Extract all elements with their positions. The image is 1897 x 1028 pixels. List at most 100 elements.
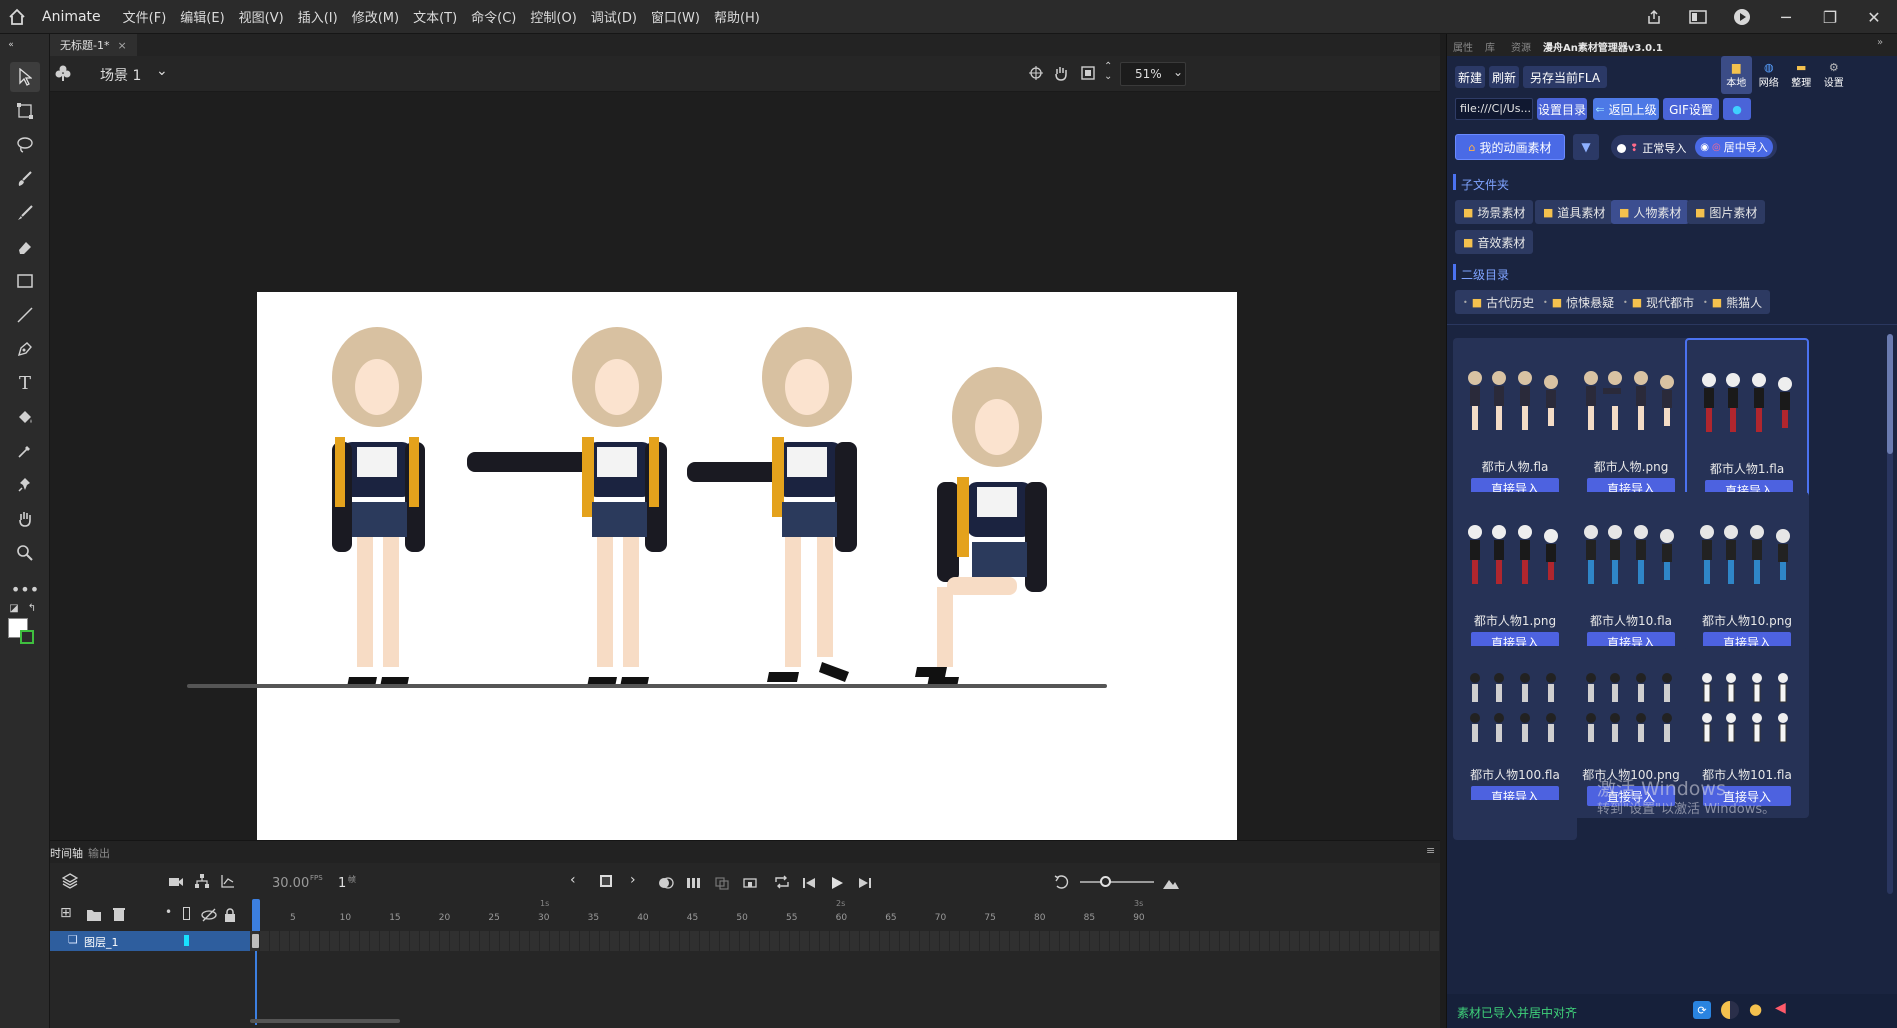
path-field[interactable]: file:///C|/Us... (1455, 98, 1533, 120)
tab-assets[interactable]: 资源 (1511, 39, 1531, 54)
minimize-icon[interactable]: ─ (1775, 6, 1797, 28)
eyedropper-tool-icon[interactable] (10, 436, 40, 466)
menu-control[interactable]: 控制(O) (530, 7, 576, 26)
restore-icon[interactable]: ❐ (1819, 6, 1841, 28)
new-button[interactable]: 新建 (1455, 66, 1485, 88)
second-dir-history[interactable]: • ■ 古代历史 (1455, 290, 1543, 314)
close-tab-icon[interactable]: × (117, 39, 126, 52)
share-icon[interactable] (1643, 6, 1665, 28)
menu-insert[interactable]: 插入(I) (298, 7, 338, 26)
delete-layer-icon[interactable] (112, 906, 126, 926)
camera-icon[interactable] (168, 874, 184, 893)
asset-card[interactable]: 都市人物.png 直接导入 (1569, 338, 1693, 510)
rotate-stage-icon[interactable] (1052, 64, 1070, 86)
workspace-icon[interactable] (1687, 6, 1709, 28)
second-dir-thriller[interactable]: • ■ 惊悚悬疑 (1535, 290, 1623, 314)
brush-tool-icon[interactable] (10, 198, 40, 228)
asset-card-selected[interactable]: 都市人物1.fla 直接导入 (1685, 338, 1809, 510)
zoom-select[interactable]: 51% ⌄ (1120, 62, 1186, 86)
asset-card[interactable]: 都市人物.fla 直接导入 (1453, 338, 1577, 510)
loop-icon[interactable] (774, 874, 790, 894)
layer-frames[interactable] (250, 931, 1440, 951)
asset-card[interactable]: 都市人物1.png 直接导入 (1453, 492, 1577, 664)
tab-properties[interactable]: 属性 (1453, 39, 1473, 54)
menu-commands[interactable]: 命令(C) (471, 7, 516, 26)
paint-brush-tool-icon[interactable] (10, 164, 40, 194)
current-frame[interactable]: 1 (338, 876, 346, 891)
mode-tab-organize[interactable]: ▬ 整理 (1786, 56, 1817, 94)
menu-debug[interactable]: 调试(D) (591, 7, 637, 26)
selection-tool-icon[interactable] (10, 62, 40, 92)
subfolder-images[interactable]: ■ 图片素材 (1687, 200, 1766, 224)
stage-canvas[interactable] (257, 292, 1237, 844)
megaphone-icon[interactable]: ◀ (1775, 1000, 1786, 1016)
sync-icon[interactable]: ⟳ (1693, 1001, 1711, 1019)
scene-dropdown-chevron-icon[interactable]: ⌄ (156, 63, 168, 79)
asset-card[interactable]: 都市人物10.fla 直接导入 (1569, 492, 1693, 664)
swap-colors-icon[interactable]: ↰ (24, 600, 40, 616)
outline-toggle-icon[interactable] (183, 907, 190, 920)
pen-tool-icon[interactable] (10, 334, 40, 364)
onion-skin-icon[interactable] (658, 875, 674, 894)
zoom-tool-icon[interactable] (10, 538, 40, 568)
center-frame-icon[interactable] (742, 875, 758, 894)
timeline-horizontal-scrollbar[interactable] (250, 1019, 400, 1023)
gif-settings-button[interactable]: GIF设置 (1663, 98, 1719, 120)
menu-text[interactable]: 文本(T) (413, 7, 457, 26)
assets-dropdown-chevron-icon[interactable]: ▼ (1573, 134, 1599, 160)
menu-modify[interactable]: 修改(M) (352, 7, 399, 26)
scene-name[interactable]: 场景 1 (100, 65, 141, 85)
subfolder-characters[interactable]: ■ 人物素材 (1611, 200, 1690, 224)
prev-keyframe-icon[interactable]: ‹ (570, 872, 576, 888)
refresh-button[interactable]: 刷新 (1489, 66, 1519, 88)
subfolder-scene[interactable]: ■ 场景素材 (1455, 200, 1534, 224)
timeline-zoom-slider[interactable] (1080, 881, 1154, 883)
text-tool-icon[interactable]: T (10, 368, 40, 398)
center-stage-icon[interactable]: ⌃ ⌄ (1104, 62, 1112, 82)
layer-parenting-icon[interactable] (194, 873, 210, 893)
frame-ruler[interactable]: 1s 2s 3s 5 10 15 20 25 30 35 40 45 50 55 60 65 70 75 80… (250, 899, 1440, 931)
mode-tab-local[interactable]: ▆ 本地 (1721, 56, 1752, 94)
step-back-icon[interactable] (802, 875, 816, 894)
stage-horizontal-scrollbar[interactable] (187, 684, 1107, 688)
step-forward-icon[interactable] (858, 875, 872, 894)
asset-card-partial[interactable] (1453, 800, 1577, 840)
menu-view[interactable]: 视图(V) (239, 7, 284, 26)
import-normal-option[interactable]: ❢ 正常导入 (1617, 140, 1686, 156)
subfolder-sound[interactable]: ■ 音效素材 (1455, 230, 1534, 254)
lasso-tool-icon[interactable] (10, 130, 40, 160)
hide-layers-eye-icon[interactable] (201, 907, 217, 926)
tab-output[interactable]: 输出 (88, 845, 110, 861)
menu-help[interactable]: 帮助(H) (714, 7, 760, 26)
home-icon[interactable] (0, 0, 34, 34)
fill-color-swatch[interactable] (20, 630, 34, 644)
insert-keyframe-icon[interactable] (600, 875, 612, 887)
play-icon[interactable] (830, 875, 844, 894)
pin-tool-icon[interactable] (10, 470, 40, 500)
menu-edit[interactable]: 编辑(E) (180, 7, 224, 26)
test-movie-icon[interactable] (1731, 6, 1753, 28)
second-dir-urban[interactable]: • ■ 现代都市 (1615, 290, 1703, 314)
loop-frames-icon[interactable] (714, 875, 730, 894)
timeline-menu-icon[interactable]: ≡ (1426, 844, 1435, 857)
highlight-dot-icon[interactable]: • (165, 905, 172, 919)
menu-window[interactable]: 窗口(W) (651, 7, 700, 26)
new-folder-icon[interactable] (86, 907, 102, 926)
free-transform-tool-icon[interactable] (10, 96, 40, 126)
snap-icon[interactable] (1028, 65, 1044, 85)
second-dir-panda[interactable]: • ■ 熊猫人 (1695, 290, 1771, 314)
document-tab[interactable]: 无标题-1* × (50, 34, 137, 56)
scene-club-icon[interactable] (54, 64, 72, 86)
my-assets-button[interactable]: ⌂ 我的动画素材 (1455, 134, 1565, 160)
asset-card[interactable]: 都市人物10.png 直接导入 (1685, 492, 1809, 664)
set-directory-button[interactable]: 设置目录 (1537, 98, 1587, 120)
asset-grid-scroll-thumb[interactable] (1887, 334, 1893, 454)
keyframe[interactable] (252, 934, 259, 948)
layer-name[interactable]: 图层_1 (84, 934, 119, 950)
paint-bucket-tool-icon[interactable] (10, 402, 40, 432)
tab-library[interactable]: 库 (1485, 39, 1495, 54)
edit-multiple-frames-icon[interactable] (686, 875, 702, 894)
layers-icon[interactable] (61, 873, 79, 893)
eraser-tool-icon[interactable] (10, 232, 40, 262)
hand-tool-icon[interactable] (10, 504, 40, 534)
